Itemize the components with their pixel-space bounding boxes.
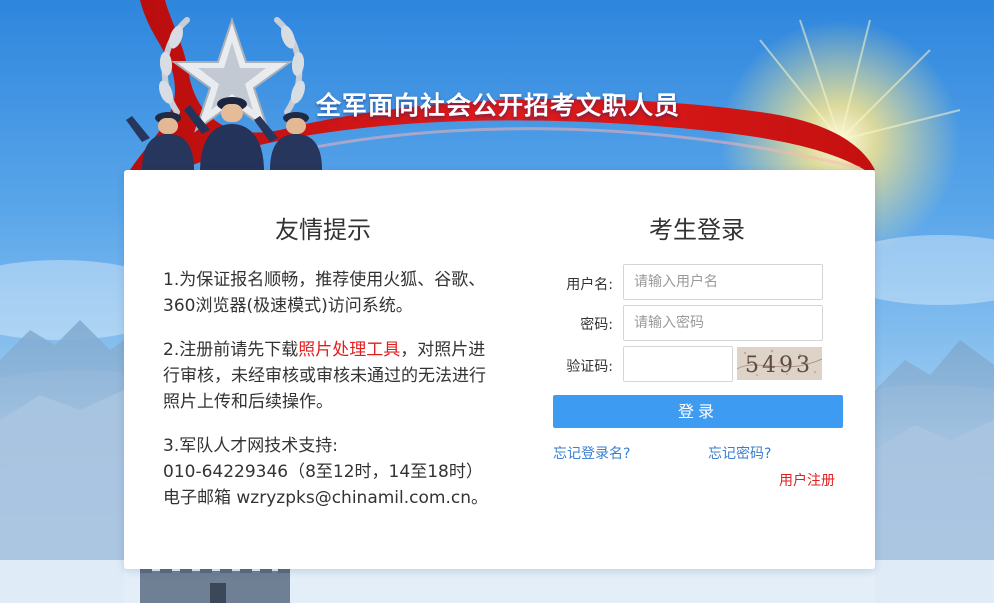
captcha-image[interactable]: 5493 xyxy=(737,347,822,380)
forgot-password-link[interactable]: 忘记密码? xyxy=(708,443,771,463)
captcha-input[interactable] xyxy=(623,346,733,382)
forgot-username-link[interactable]: 忘记登录名? xyxy=(553,443,630,463)
tips-title: 友情提示 xyxy=(275,216,371,244)
register-link[interactable]: 用户注册 xyxy=(779,470,835,490)
login-button[interactable]: 登录 xyxy=(553,395,843,428)
captcha-text: 5493 xyxy=(745,353,813,378)
tip-item-1: 1.为保证报名顺畅，推荐使用火狐、谷歌、360浏览器(极速模式)访问系统。 xyxy=(163,270,486,316)
tip-item-3-line1: 3.军队人才网技术支持: xyxy=(163,436,338,456)
tips-content: 1.为保证报名顺畅，推荐使用火狐、谷歌、360浏览器(极速模式)访问系统。 2.… xyxy=(163,267,493,529)
tip-item-2-prefix: 2.注册前请先下载 xyxy=(163,340,299,360)
support-email: 电子邮箱 wzryzpks@chinamil.com.cn。 xyxy=(163,488,488,508)
password-input[interactable] xyxy=(623,305,823,341)
photo-tool-link[interactable]: 照片处理工具 xyxy=(298,340,400,360)
login-card: 友情提示 1.为保证报名顺畅，推荐使用火狐、谷歌、360浏览器(极速模式)访问系… xyxy=(124,170,875,569)
tip-item-2: 2.注册前请先下载照片处理工具，对照片进行审核，未经审核或审核未通过的无法进行照… xyxy=(163,337,493,415)
username-label: 用户名: xyxy=(566,277,613,293)
password-label: 密码: xyxy=(580,317,613,333)
captcha-label: 验证码: xyxy=(566,359,613,375)
tip-item-3: 3.军队人才网技术支持: 010-64229346（8至12时，14至18时） 电子… xyxy=(163,433,493,511)
login-page: 全军面向社会公开招考文职人员 友情提示 1.为保证报名顺畅，推荐使用火狐、谷歌、… xyxy=(0,0,994,603)
banner-title: 全军面向社会公开招考文职人员 xyxy=(316,91,681,120)
login-title: 考生登录 xyxy=(649,216,745,244)
support-phone: 010-64229346（8至12时，14至18时） xyxy=(163,462,483,482)
username-input[interactable] xyxy=(623,264,823,300)
